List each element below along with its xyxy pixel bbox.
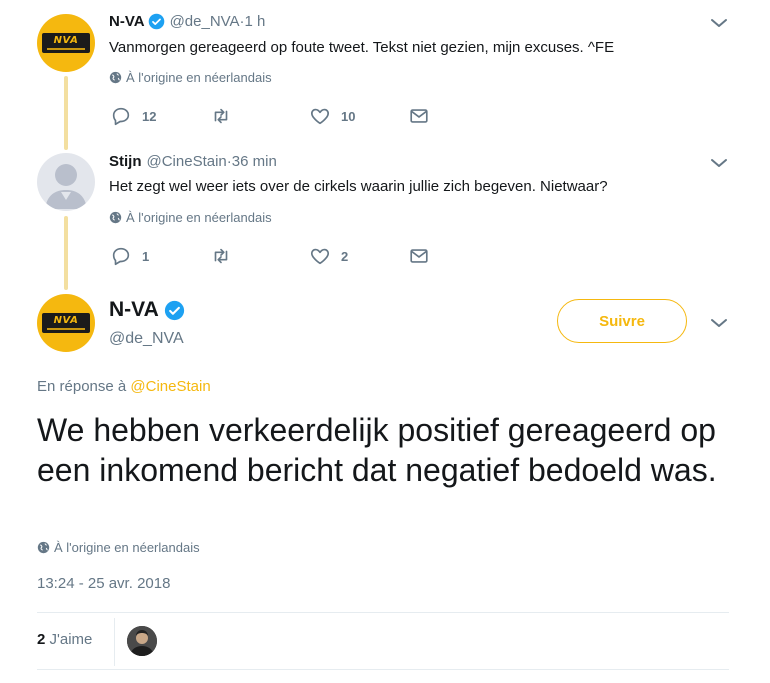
heart-icon bbox=[310, 248, 330, 265]
heart-icon bbox=[310, 108, 330, 125]
retweet-icon bbox=[214, 108, 228, 124]
envelope-icon bbox=[410, 249, 428, 263]
author-name[interactable]: N-VA bbox=[109, 13, 145, 30]
translate-label[interactable]: À l'origine en néerlandais bbox=[126, 70, 272, 85]
avatar[interactable] bbox=[37, 153, 95, 211]
avatar[interactable]: NVA bbox=[37, 294, 95, 352]
tweet-time[interactable]: ·36 min bbox=[227, 153, 277, 170]
reply-count: 1 bbox=[142, 248, 150, 264]
retweet-button[interactable] bbox=[210, 105, 242, 127]
likes-count: 2 bbox=[37, 631, 46, 648]
nva-logo: NVA bbox=[42, 313, 90, 333]
globe-icon bbox=[109, 71, 122, 84]
tweet-header: Stijn @CineStain ·36 min bbox=[109, 153, 277, 170]
like-button[interactable]: 2 bbox=[309, 245, 348, 267]
verified-icon bbox=[148, 13, 164, 30]
tweet-time[interactable]: ·1 h bbox=[240, 13, 266, 30]
tweet-header: N-VA @de_NVA ·1 h bbox=[109, 13, 265, 30]
envelope-icon bbox=[410, 109, 428, 123]
tweet-text: Vanmorgen gereageerd op foute tweet. Tek… bbox=[109, 39, 615, 56]
globe-icon bbox=[109, 211, 122, 224]
chevron-down-icon[interactable] bbox=[710, 157, 728, 169]
person-icon bbox=[127, 626, 157, 656]
translate-note: À l'origine en néerlandais bbox=[37, 540, 200, 555]
divider bbox=[37, 669, 729, 670]
likes-label: J'aime bbox=[49, 631, 93, 648]
reply-icon bbox=[112, 247, 130, 266]
verified-icon bbox=[164, 300, 184, 320]
author-handle[interactable]: @de_NVA bbox=[170, 13, 240, 30]
author-handle[interactable]: @de_NVA bbox=[109, 330, 184, 348]
thread-line bbox=[64, 76, 68, 150]
main-tweet-text: We hebben verkeerdelijk positief gereage… bbox=[37, 412, 717, 488]
reply-button[interactable]: 12 bbox=[110, 105, 156, 127]
reply-icon bbox=[112, 107, 130, 126]
author-name-label: N-VA bbox=[109, 298, 159, 321]
like-button[interactable]: 10 bbox=[309, 105, 355, 127]
reply-count: 12 bbox=[142, 108, 157, 124]
translate-note: À l'origine en néerlandais bbox=[109, 70, 272, 85]
translate-label[interactable]: À l'origine en néerlandais bbox=[126, 210, 272, 225]
retweet-icon bbox=[214, 248, 228, 264]
divider bbox=[114, 618, 115, 666]
author-name[interactable]: N-VA bbox=[109, 298, 185, 322]
reply-prefix: En réponse à bbox=[37, 378, 127, 395]
tweet-timestamp[interactable]: 13:24 - 25 avr. 2018 bbox=[37, 575, 170, 592]
reply-button[interactable]: 1 bbox=[110, 245, 149, 267]
nva-logo: NVA bbox=[42, 33, 90, 53]
divider bbox=[37, 612, 729, 613]
message-button[interactable] bbox=[408, 245, 430, 267]
chevron-down-icon[interactable] bbox=[710, 317, 728, 329]
default-avatar-icon bbox=[45, 164, 87, 209]
follow-button[interactable]: Suivre bbox=[557, 299, 687, 343]
likes-stat[interactable]: 2 J'aime bbox=[37, 631, 92, 648]
globe-icon bbox=[37, 541, 50, 554]
reply-mention-link[interactable]: @CineStain bbox=[130, 378, 210, 395]
author-handle[interactable]: @CineStain bbox=[147, 153, 227, 170]
message-button[interactable] bbox=[408, 105, 430, 127]
reply-context: En réponse à @CineStain bbox=[37, 378, 211, 395]
author-name[interactable]: Stijn bbox=[109, 153, 142, 170]
thread-line bbox=[64, 216, 68, 290]
like-count: 10 bbox=[341, 108, 356, 124]
translate-label[interactable]: À l'origine en néerlandais bbox=[54, 540, 200, 555]
like-count: 2 bbox=[341, 248, 349, 264]
avatar[interactable]: NVA bbox=[37, 14, 95, 72]
liker-avatar[interactable] bbox=[127, 626, 157, 656]
retweet-button[interactable] bbox=[210, 245, 242, 267]
tweet-text: Het zegt wel weer iets over de cirkels w… bbox=[109, 178, 608, 195]
translate-note: À l'origine en néerlandais bbox=[109, 210, 272, 225]
chevron-down-icon[interactable] bbox=[710, 17, 728, 29]
